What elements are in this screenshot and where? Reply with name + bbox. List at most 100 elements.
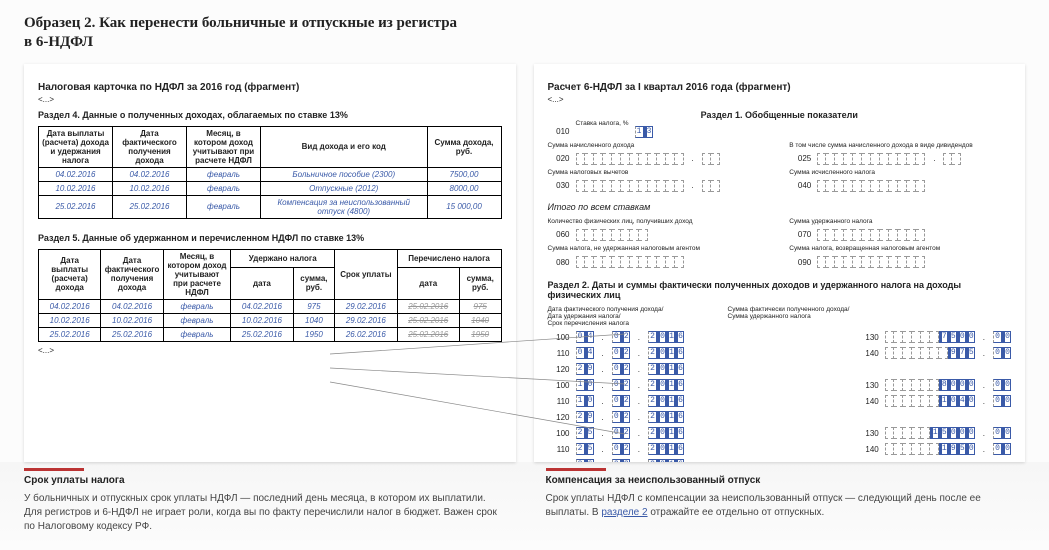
title-line-2: в 6-НДФЛ xyxy=(24,34,93,50)
t5-h2: Дата фактического получения дохода xyxy=(101,249,163,299)
right-sec2-title: Раздел 2. Даты и суммы фактически получе… xyxy=(548,280,1012,300)
cell: 10.02.2016 xyxy=(39,181,113,195)
cell: 26.02.2016 xyxy=(335,327,397,341)
label-070: Сумма удержанного налога xyxy=(789,218,1011,225)
left-frag-title: Налоговая карточка по НДФЛ за 2016 год (… xyxy=(38,82,502,93)
table-row: 10.02.201610.02.2016февральОтпускные (20… xyxy=(39,181,502,195)
label-090: Сумма налога, возвращенная налоговым аге… xyxy=(789,245,1011,252)
label-040: Сумма исчисленного налога xyxy=(789,169,1011,176)
label-rate: Ставка налога, % xyxy=(576,120,629,127)
cell: 25.02.2016 xyxy=(39,327,101,341)
t5-h6a: дата xyxy=(397,268,459,299)
table-row: 04.02.201604.02.2016февраль04.02.2016975… xyxy=(39,299,502,313)
annotations: Срок уплаты налога У больничных и отпуск… xyxy=(0,462,1049,550)
cell: 10.02.2016 xyxy=(113,181,187,195)
label-025: В том числе сумма начисленного дохода в … xyxy=(789,142,1011,149)
cell: 7500,00 xyxy=(427,167,501,181)
left-frag-sub2: <...> xyxy=(38,346,502,355)
anno1-title: Срок уплаты налога xyxy=(24,474,504,488)
cell: 04.02.2016 xyxy=(231,299,293,313)
sec2-block: 10025.02.2016 13015000.00 11025.02.2016 … xyxy=(548,427,1012,461)
section4-title: Раздел 4. Данные о полученных доходах, о… xyxy=(38,110,502,120)
cell: февраль xyxy=(187,195,261,218)
left-document: Налоговая карточка по НДФЛ за 2016 год (… xyxy=(24,64,516,462)
cell: 1040 xyxy=(293,313,335,327)
t5-h4b: сумма, руб. xyxy=(293,268,335,299)
cell: февраль xyxy=(163,313,231,327)
anno2-text-post: отражайте ее отдельно от отпускных. xyxy=(648,507,825,518)
cell: 10.02.2016 xyxy=(231,313,293,327)
table-row: 04.02.201604.02.2016февральБольничное по… xyxy=(39,167,502,181)
cell: 25.02.2016 xyxy=(39,195,113,218)
label-030: Сумма налоговых вычетов xyxy=(548,169,770,176)
right-frag-sub: <...> xyxy=(548,95,1012,104)
cell: 1040 xyxy=(459,313,501,327)
cell: февраль xyxy=(187,181,261,195)
t5-h4a: дата xyxy=(231,268,293,299)
table-row: 10.02.201610.02.2016февраль10.02.2016104… xyxy=(39,313,502,327)
itogo: Итого по всем ставкам xyxy=(548,202,1012,212)
cell: 10.02.2016 xyxy=(39,313,101,327)
label-080: Сумма налога, не удержанная налоговым аг… xyxy=(548,245,770,252)
t4-h1: Дата выплаты (расчета) дохода и удержани… xyxy=(39,126,113,167)
sec2-block: 10004.02.2016 1307500.00 11004.02.2016 1… xyxy=(548,331,1012,375)
two-column-layout: Налоговая карточка по НДФЛ за 2016 год (… xyxy=(0,64,1049,462)
cell: Больничное пособие (2300) xyxy=(261,167,428,181)
title-line-1: Образец 2. Как перенести больничные и от… xyxy=(24,15,457,31)
row-010: 010 Ставка налога, % 13 xyxy=(548,126,1012,138)
table-row: 25.02.201625.02.2016февраль25.02.2016195… xyxy=(39,327,502,341)
annotation-2: Компенсация за неиспользованный отпуск С… xyxy=(546,474,1026,534)
anno2-title: Компенсация за неиспользованный отпуск xyxy=(546,474,1026,488)
table-section4: Дата выплаты (расчета) дохода и удержани… xyxy=(38,126,502,219)
sec2-cap-left: Дата фактического получения дохода/ Дата… xyxy=(548,306,698,327)
anno1-text: У больничных и отпускных срок уплаты НДФ… xyxy=(24,493,497,532)
cell: 1950 xyxy=(459,327,501,341)
cell: 25.02.2016 xyxy=(113,195,187,218)
sec2-block: 10010.02.2016 1308000.00 11010.02.2016 1… xyxy=(548,379,1012,423)
cell: 25.02.2016 xyxy=(231,327,293,341)
cell: 29.02.2016 xyxy=(335,299,397,313)
right-frag-title: Расчет 6-НДФЛ за I квартал 2016 года (фр… xyxy=(548,82,1012,93)
section5-title: Раздел 5. Данные об удержанном и перечис… xyxy=(38,233,502,243)
cell: Отпускные (2012) xyxy=(261,181,428,195)
t4-h3: Месяц, в котором доход учитывают при рас… xyxy=(187,126,261,167)
t5-h6b: сумма, руб. xyxy=(459,268,501,299)
t5-h5: Срок уплаты xyxy=(335,249,397,299)
cell: 04.02.2016 xyxy=(39,299,101,313)
t5-h6: Перечислено налога xyxy=(397,249,501,268)
t5-h1: Дата выплаты (расчета) дохода xyxy=(39,249,101,299)
sec2-cap-right: Сумма фактически полученного дохода/ Сум… xyxy=(728,306,850,327)
cell: 975 xyxy=(459,299,501,313)
t4-h2: Дата фактического получения дохода xyxy=(113,126,187,167)
label-020: Сумма начисленного дохода xyxy=(548,142,770,149)
cell: 04.02.2016 xyxy=(39,167,113,181)
table-section5: Дата выплаты (расчета) дохода Дата факти… xyxy=(38,249,502,342)
code-010: 010 xyxy=(548,127,570,136)
cell: 25.02.2016 xyxy=(397,327,459,341)
right-sec1-title: Раздел 1. Обобщенные показатели xyxy=(548,110,1012,120)
label-060: Количество физических лиц, получивших до… xyxy=(548,218,770,225)
cell: февраль xyxy=(187,167,261,181)
cell: Компенсация за неиспользованный отпуск (… xyxy=(261,195,428,218)
right-document: Расчет 6-НДФЛ за I квартал 2016 года (фр… xyxy=(534,64,1026,462)
cell: 25.02.2016 xyxy=(397,313,459,327)
cell: февраль xyxy=(163,299,231,313)
t4-h5: Сумма дохода, руб. xyxy=(427,126,501,167)
cell: 04.02.2016 xyxy=(113,167,187,181)
table-row: 25.02.201625.02.2016февральКомпенсация з… xyxy=(39,195,502,218)
page-title: Образец 2. Как перенести больничные и от… xyxy=(0,0,1049,64)
left-frag-sub: <...> xyxy=(38,95,502,104)
cell: 8000,00 xyxy=(427,181,501,195)
cell: 04.02.2016 xyxy=(101,299,163,313)
cell: 975 xyxy=(293,299,335,313)
t5-h4: Удержано налога xyxy=(231,249,335,268)
cell: 1950 xyxy=(293,327,335,341)
cell: 25.02.2016 xyxy=(101,327,163,341)
t4-h4: Вид дохода и его код xyxy=(261,126,428,167)
cell: 10.02.2016 xyxy=(101,313,163,327)
t5-h3: Месяц, в котором доход учитывают при рас… xyxy=(163,249,231,299)
cell: 15 000,00 xyxy=(427,195,501,218)
annotation-1: Срок уплаты налога У больничных и отпуск… xyxy=(24,474,504,534)
cell: февраль xyxy=(163,327,231,341)
anno2-link[interactable]: разделе 2 xyxy=(601,507,647,518)
